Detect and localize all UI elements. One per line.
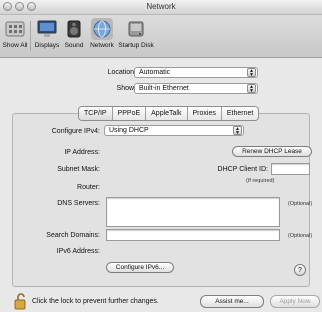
configure-ipv4-popup[interactable]: Using DHCP ▲ ▼ — [104, 125, 244, 136]
toolbar-show-all[interactable]: Show All — [2, 18, 28, 49]
toolbar: Show All Displays Sound Network Startup … — [0, 15, 322, 58]
dhcp-client-id-hint: (If required) — [246, 178, 275, 184]
location-popup[interactable]: Automatic ▲ ▼ — [134, 67, 258, 78]
show-value: Built-in Ethernet — [139, 85, 189, 92]
router-label: Router: — [77, 184, 100, 191]
show-popup[interactable]: Built-in Ethernet ▲ ▼ — [134, 83, 258, 94]
toolbar-separator — [30, 21, 31, 51]
help-button[interactable]: ? — [294, 264, 306, 276]
apply-now-button[interactable]: Apply Now — [270, 295, 320, 308]
ipv6-address-label: IPv6 Address: — [56, 248, 100, 255]
network-pane: Location: Automatic ▲ ▼ Show: Built-in Et… — [0, 58, 322, 312]
toolbar-displays-label: Displays — [34, 42, 60, 49]
popup-arrows-icon: ▲ ▼ — [247, 84, 256, 94]
grid-icon — [4, 18, 26, 40]
dns-servers-field[interactable] — [106, 197, 280, 227]
hard-disk-icon — [125, 18, 147, 40]
show-label: Show: — [116, 85, 136, 92]
toolbar-show-all-label: Show All — [2, 42, 28, 49]
display-icon — [36, 18, 58, 40]
toolbar-network-label: Network — [90, 42, 114, 49]
dns-servers-label: DNS Servers: — [57, 200, 100, 207]
location-value: Automatic — [139, 69, 171, 76]
toolbar-sound[interactable]: Sound — [62, 18, 86, 49]
lock-icon[interactable] — [14, 292, 28, 312]
ip-address-label: IP Address: — [64, 149, 100, 156]
window-title: Network — [146, 2, 176, 11]
toolbar-displays[interactable]: Displays — [34, 18, 60, 49]
tab-proxies[interactable]: Proxies — [187, 107, 222, 120]
dhcp-client-id-field[interactable] — [271, 163, 310, 175]
network-preferences-window: Network Show All Displays Sound Network … — [0, 0, 322, 312]
dhcp-client-id-label: DHCP Client ID: — [217, 166, 268, 173]
dns-servers-optional: (Optional) — [288, 201, 313, 207]
tab-appletalk[interactable]: AppleTalk — [146, 107, 188, 120]
popup-arrows-icon: ▲ ▼ — [233, 126, 242, 136]
search-domains-label: Search Domains: — [46, 232, 100, 239]
toolbar-sound-label: Sound — [64, 42, 84, 49]
tab-bar: TCP/IP PPPoE AppleTalk Proxies Ethernet — [78, 106, 260, 121]
popup-arrows-icon: ▲ ▼ — [247, 68, 256, 78]
subnet-mask-label: Subnet Mask: — [57, 166, 100, 173]
configure-ipv4-label: Configure IPv4: — [51, 128, 100, 135]
renew-dhcp-lease-button[interactable]: Renew DHCP Lease — [232, 146, 312, 157]
toolbar-startup-disk[interactable]: Startup Disk — [118, 18, 154, 49]
toolbar-network[interactable]: Network — [88, 18, 116, 49]
tab-ethernet[interactable]: Ethernet — [221, 107, 259, 120]
speaker-icon — [63, 18, 85, 40]
search-domains-field[interactable] — [106, 229, 280, 241]
tab-pppoe[interactable]: PPPoE — [112, 107, 147, 120]
configure-ipv6-button[interactable]: Configure IPv6... — [106, 262, 174, 273]
search-domains-optional: (Optional) — [288, 233, 313, 239]
network-globe-icon — [91, 18, 113, 40]
assist-me-button[interactable]: Assist me... — [200, 295, 264, 308]
location-label: Location: — [107, 69, 136, 76]
tab-tcpip[interactable]: TCP/IP — [79, 107, 113, 120]
configure-ipv4-value: Using DHCP — [109, 127, 149, 134]
title-bar: Network — [0, 0, 322, 15]
lock-message: Click the lock to prevent further change… — [32, 298, 159, 305]
toolbar-startup-disk-label: Startup Disk — [118, 42, 154, 49]
